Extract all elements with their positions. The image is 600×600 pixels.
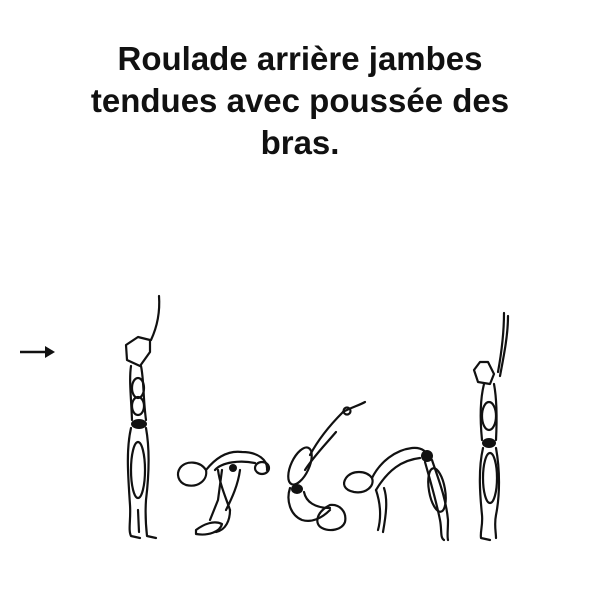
figure-standing-finish-arms-up [472,311,510,542]
figure-rolling-on-back [287,400,367,532]
arrow-right-icon [20,346,55,358]
figure-standing-arms-up [124,294,161,540]
gymnastics-sequence-diagram [20,294,510,542]
figure-squat-to-back [176,450,271,536]
figure-push-through-hands [343,446,450,542]
